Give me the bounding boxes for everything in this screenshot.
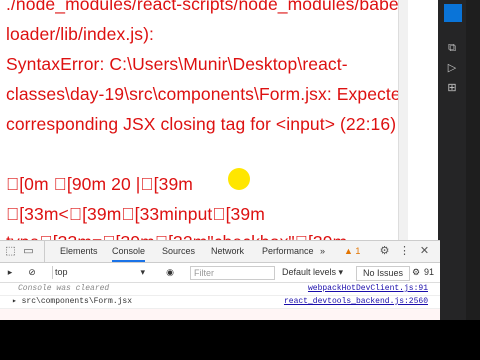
error-line: loader/lib/index.js):: [6, 24, 155, 44]
inspect-icon[interactable]: ⬚: [4, 245, 17, 258]
warning-badge[interactable]: ▲ 1: [344, 241, 360, 262]
editor-activity-bar: ⧉ ▷ ⊞: [438, 0, 466, 320]
cursor-highlight: [228, 168, 250, 190]
error-line: SyntaxError: C:\Users\Munir\Desktop\reac…: [6, 54, 348, 74]
gear-icon[interactable]: ⚙: [412, 266, 420, 279]
console-row: Console was cleared webpackHotDevClient.…: [0, 283, 440, 296]
close-icon[interactable]: ✕: [418, 245, 431, 258]
context-select[interactable]: top ▾: [52, 266, 151, 279]
console-toolbar: ▸ ⊘ top ▾ ◉ Filter Default levels ▾ No Is…: [0, 263, 440, 283]
tab-sources[interactable]: Sources: [162, 241, 195, 262]
console-output: Console was cleared webpackHotDevClient.…: [0, 283, 440, 321]
error-line: type [33m= [39m [32m"checkbox" [39m: [6, 232, 347, 240]
console-source-link[interactable]: react_devtools_backend.js:2560: [284, 296, 428, 308]
error-line: ./node_modules/react-scripts/node_module…: [6, 0, 398, 14]
tab-network[interactable]: Network: [211, 241, 244, 262]
console-message[interactable]: ▸ src\components\Form.jsx: [12, 296, 132, 308]
devtools-tabbar: ⬚ ▭ Elements Console Sources Network Per…: [0, 241, 440, 263]
error-line:  [33m< [39m [33minput [39m: [6, 204, 265, 224]
letterbox: [0, 320, 480, 360]
console-message: Console was cleared: [18, 284, 110, 293]
tab-performance[interactable]: Performance: [262, 241, 314, 262]
device-icon[interactable]: ▭: [22, 245, 35, 258]
clear-icon[interactable]: ⊘: [26, 266, 38, 279]
hidden-count: 91: [424, 267, 435, 277]
explorer-icon[interactable]: ⧉: [446, 42, 458, 54]
more-icon[interactable]: ⋮: [398, 245, 411, 258]
error-line: corresponding JSX closing tag for <input…: [6, 114, 397, 134]
sidebar-icon[interactable]: ▸: [4, 266, 16, 279]
extensions-icon[interactable]: ⊞: [446, 82, 458, 94]
error-line: classes\day-19\src\components\Form.jsx: …: [6, 84, 398, 104]
error-line:  [0m  [90m 20 | [39m: [6, 174, 193, 194]
chevron-down-icon: ▾: [140, 267, 145, 277]
eye-icon[interactable]: ◉: [164, 266, 176, 279]
console-source-link[interactable]: webpackHotDevClient.js:91: [308, 283, 428, 295]
filter-input[interactable]: Filter: [190, 266, 275, 280]
warning-count: 1: [355, 246, 361, 256]
debug-icon[interactable]: ▷: [446, 62, 458, 74]
devtools-panel: ⬚ ▭ Elements Console Sources Network Per…: [0, 240, 440, 321]
more-tabs-button[interactable]: »: [320, 241, 325, 262]
editor-tab-indicator: [444, 4, 462, 22]
issues-button[interactable]: No Issues: [356, 266, 411, 281]
tab-elements[interactable]: Elements: [44, 241, 98, 262]
screen: ./node_modules/react-scripts/node_module…: [0, 0, 480, 360]
console-row: ▸ src\components\Form.jsx react_devtools…: [0, 296, 440, 309]
tab-console[interactable]: Console: [112, 241, 146, 262]
context-value: top: [55, 267, 68, 277]
levels-select[interactable]: Default levels ▾: [282, 266, 343, 279]
editor-edge: [466, 0, 480, 320]
settings-icon[interactable]: ⚙: [378, 245, 391, 258]
error-overlay: ./node_modules/react-scripts/node_module…: [0, 0, 398, 240]
